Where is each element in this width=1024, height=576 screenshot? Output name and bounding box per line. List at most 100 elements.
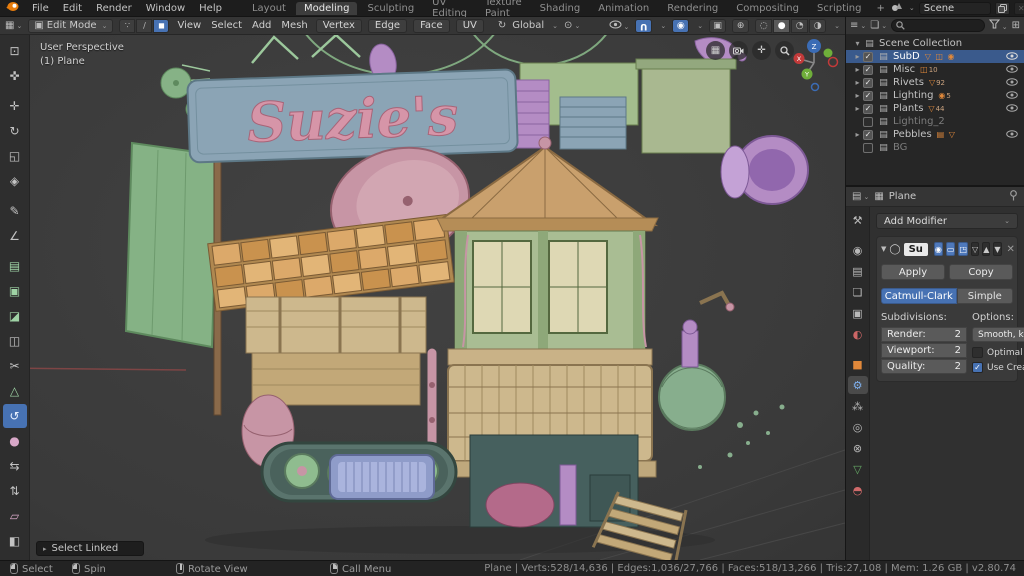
tool-edge-slide[interactable]: ⇆ (3, 454, 27, 478)
tool-shrink-fatten[interactable]: ⇅ (3, 479, 27, 503)
outliner-row-pebbles[interactable]: ▸ ✓ ▤ Pebbles ▤ ▽ (846, 128, 1024, 141)
collection-checkbox[interactable]: ✓ (863, 51, 873, 62)
render-toggle-icon[interactable]: ◉ (933, 242, 943, 256)
outliner-row-plants[interactable]: ▸ ✓ ▤ Plants ▽ 44 (846, 102, 1024, 115)
outliner-editor-icon[interactable]: ≡ ⌄ (850, 20, 866, 31)
gizmos-visibility-icon[interactable]: ⌄ (609, 20, 629, 32)
tab-object-data[interactable]: ▽ (848, 460, 868, 478)
hide-eye-icon[interactable] (1006, 65, 1018, 76)
tool-smooth[interactable]: ● (3, 429, 27, 453)
properties-editor-icon[interactable]: ▤ ⌄ (852, 191, 869, 202)
collection-checkbox[interactable]: ✓ (863, 64, 873, 75)
tab-animation[interactable]: Animation (590, 2, 657, 15)
unlink-scene-button[interactable]: ✕ (1013, 1, 1024, 15)
tool-rotate[interactable]: ↻ (3, 119, 27, 143)
menu-file[interactable]: File (25, 3, 56, 14)
tab-shading[interactable]: Shading (532, 2, 589, 15)
tool-transform[interactable]: ◈ (3, 169, 27, 193)
orientation-dropdown[interactable]: Global (512, 20, 544, 31)
show-gizmo-icon[interactable]: ⊕ (732, 18, 750, 33)
hide-eye-icon[interactable] (1006, 130, 1018, 141)
tab-scripting[interactable]: Scripting (809, 2, 869, 15)
viewport-canvas[interactable]: Suzie's ⊡ ✜ ✛ ↻ ◱ ◈ ✎ ∠ ▤ ▣ ◪ ◫ ✂ △ ↺ ● … (0, 35, 845, 560)
menu-face[interactable]: Face (413, 18, 450, 33)
collapse-panel-icon[interactable]: ▼ (881, 245, 886, 253)
menu-edge[interactable]: Edge (367, 18, 408, 33)
tool-bevel[interactable]: ◪ (3, 304, 27, 328)
optimal-display-checkbox[interactable]: Optimal Displ... (972, 345, 1024, 360)
tool-poly-build[interactable]: △ (3, 379, 27, 403)
tab-layout[interactable]: Layout (244, 2, 294, 15)
rendered-shading-icon[interactable]: ◑ (809, 18, 827, 33)
outliner-row-rivets[interactable]: ▸ ✓ ▤ Rivets ▽ 92 (846, 76, 1024, 89)
tab-modifiers[interactable]: ⚙ (847, 376, 868, 394)
filter-icon[interactable]: ⌄ (988, 19, 1008, 32)
tab-modeling[interactable]: Modeling (295, 1, 358, 15)
snap-dropdown-chevron[interactable]: ⌄ (660, 22, 666, 30)
blender-logo-icon[interactable] (0, 1, 25, 15)
tool-extrude-region[interactable]: ▤ (3, 254, 27, 278)
tab-tool[interactable]: ⚒ (848, 211, 868, 229)
tool-inset-faces[interactable]: ▣ (3, 279, 27, 303)
quality-field[interactable]: Quality: 2 (881, 359, 967, 374)
pin-icon[interactable] (1009, 189, 1018, 204)
collection-checkbox[interactable]: ✓ (863, 129, 873, 140)
menu-edit[interactable]: Edit (56, 3, 89, 14)
use-creases-checkbox[interactable]: ✓ Use Creases (972, 360, 1024, 375)
catmull-clark-button[interactable]: Catmull-Clark (881, 288, 957, 304)
tab-world[interactable]: ◐ (848, 325, 868, 343)
tool-select-box[interactable]: ⊡ (3, 39, 27, 63)
add-workspace-button[interactable]: + (871, 2, 889, 15)
outliner-root-row[interactable]: ▾ ▤ Scene Collection (846, 37, 1024, 50)
delete-modifier-icon[interactable]: ✕ (1007, 244, 1015, 255)
outliner-search-input[interactable] (891, 19, 985, 32)
tool-loop-cut[interactable]: ◫ (3, 329, 27, 353)
collection-checkbox[interactable] (863, 116, 873, 127)
tool-annotate[interactable]: ✎ (3, 199, 27, 223)
tab-compositing[interactable]: Compositing (728, 2, 807, 15)
menu-vertex[interactable]: Vertex (315, 18, 362, 33)
modifier-name-field[interactable]: Su (903, 242, 928, 256)
menu-window[interactable]: Window (139, 3, 192, 14)
tool-move[interactable]: ✛ (3, 94, 27, 118)
menu-render[interactable]: Render (89, 3, 139, 14)
tab-output[interactable]: ▤ (848, 262, 868, 280)
proportional-editing-icon[interactable]: ◉ (672, 18, 690, 33)
tab-sculpting[interactable]: Sculpting (359, 2, 422, 15)
simple-button[interactable]: Simple (956, 288, 1013, 304)
camera-view-icon[interactable] (729, 41, 748, 60)
scene-name-field[interactable]: Scene (918, 1, 991, 15)
tab-material[interactable]: ◓ (848, 481, 868, 499)
scene-dropdown-chevron[interactable]: ⌄ (909, 4, 915, 12)
tool-cursor[interactable]: ✜ (3, 64, 27, 88)
show-overlays-icon[interactable]: ▣ (709, 18, 727, 33)
vertex-select-button[interactable]: ∵ (119, 18, 136, 33)
scene-icon[interactable] (891, 1, 903, 15)
new-collection-icon[interactable]: ⊞ (1012, 20, 1020, 31)
operator-redo-panel[interactable]: ▸ Select Linked (36, 541, 144, 556)
proportional-dropdown-chevron[interactable]: ⌄ (697, 22, 703, 30)
pan-view-icon[interactable]: ✛ (752, 41, 771, 60)
face-select-button[interactable]: ◼ (153, 18, 170, 33)
viewport-subdivisions-field[interactable]: Viewport: 2 (881, 343, 967, 358)
menu-view[interactable]: View (175, 20, 203, 31)
tab-object[interactable]: ■ (848, 355, 868, 373)
collection-checkbox[interactable]: ✓ (863, 90, 873, 101)
move-up-icon[interactable]: ▲ (982, 242, 991, 256)
menu-add[interactable]: Add (250, 20, 273, 31)
outliner-row-subd[interactable]: ▸ ✓ ▤ SubD ▽ ◫ ◉ (846, 50, 1024, 63)
tab-particles[interactable]: ⁂ (848, 397, 868, 415)
shading-dropdown-chevron[interactable]: ⌄ (834, 22, 840, 30)
tab-render[interactable]: ◉ (848, 241, 868, 259)
collection-checkbox[interactable]: ✓ (863, 103, 873, 114)
hide-eye-icon[interactable] (1006, 91, 1018, 102)
menu-select[interactable]: Select (209, 20, 244, 31)
pivot-point-icon[interactable]: ⊙ ⌄ (564, 20, 580, 31)
wireframe-shading-icon[interactable]: ◌ (755, 18, 773, 33)
move-down-icon[interactable]: ▼ (993, 242, 1002, 256)
collection-checkbox[interactable]: ✓ (863, 77, 873, 88)
outliner-row-lighting[interactable]: ▸ ✓ ▤ Lighting ◉ 5 (846, 89, 1024, 102)
new-scene-button[interactable] (994, 1, 1010, 15)
menu-uv[interactable]: UV (455, 18, 484, 33)
tab-constraints[interactable]: ⊗ (848, 439, 868, 457)
